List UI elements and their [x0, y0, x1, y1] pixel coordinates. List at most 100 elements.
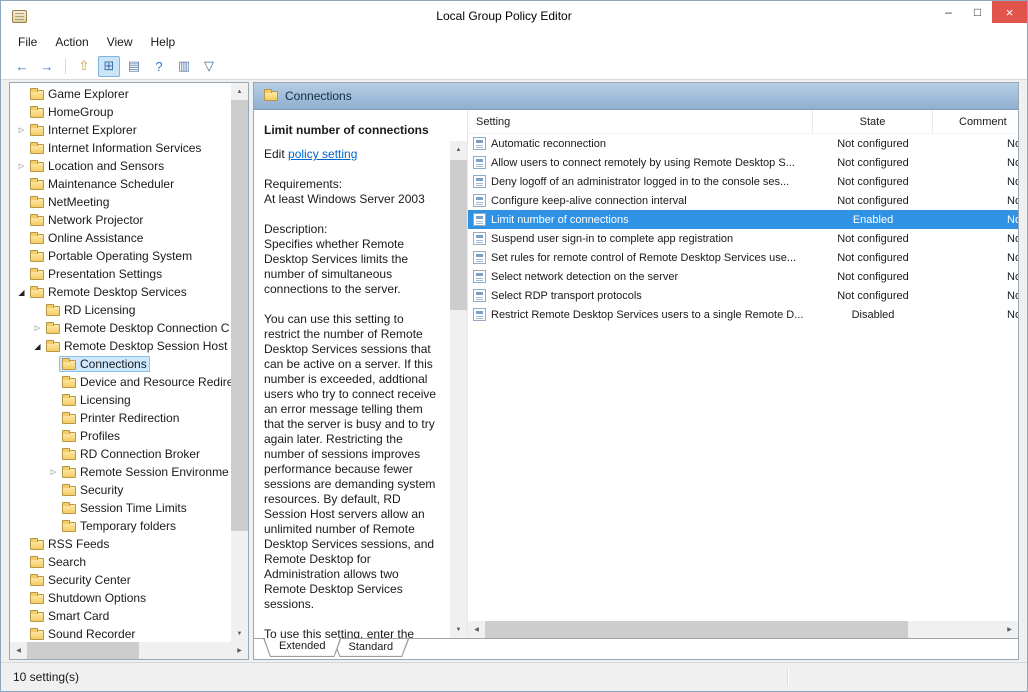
- tree-item-body[interactable]: RSS Feeds: [27, 536, 112, 552]
- maximize-button[interactable]: □: [963, 1, 992, 23]
- tree-item-body[interactable]: Remote Desktop Connection C: [43, 320, 231, 336]
- tree-item-body[interactable]: Profiles: [59, 428, 123, 444]
- tree-item-body[interactable]: Maintenance Scheduler: [27, 176, 177, 192]
- tree-scroll-thumb[interactable]: [231, 100, 248, 531]
- tree-item-rd-connection-broker[interactable]: RD Connection Broker: [10, 445, 231, 463]
- tree-item-body[interactable]: Temporary folders: [59, 518, 179, 534]
- tree-item-connections[interactable]: Connections: [10, 355, 231, 373]
- tree-item-body[interactable]: Connections: [59, 356, 150, 372]
- setting-row[interactable]: Automatic reconnectionNot configuredNo: [468, 134, 1018, 153]
- tree-item-security-center[interactable]: Security Center: [10, 571, 231, 589]
- tree-scroll-down-button[interactable]: ▼: [231, 625, 248, 642]
- expand-icon[interactable]: ▷: [16, 162, 27, 170]
- details-vertical-scrollbar[interactable]: ▲ ▼: [450, 141, 467, 638]
- tree-item-body[interactable]: Game Explorer: [27, 86, 132, 102]
- tree-item-profiles[interactable]: Profiles: [10, 427, 231, 445]
- tree-item-body[interactable]: Security Center: [27, 572, 134, 588]
- tree-item-body[interactable]: Presentation Settings: [27, 266, 165, 282]
- tree-hscroll-thumb[interactable]: [27, 642, 139, 659]
- details-scroll-thumb[interactable]: [450, 160, 467, 310]
- tree-scroll-up-button[interactable]: ▲: [231, 83, 248, 100]
- tree-item-location-and-sensors[interactable]: ▷Location and Sensors: [10, 157, 231, 175]
- menu-action[interactable]: Action: [46, 32, 97, 53]
- table-hscroll-thumb[interactable]: [485, 621, 908, 638]
- tree-item-body[interactable]: Portable Operating System: [27, 248, 195, 264]
- tree-item-internet-explorer[interactable]: ▷Internet Explorer: [10, 121, 231, 139]
- collapse-icon[interactable]: ◢: [16, 288, 27, 297]
- minimize-button[interactable]: –: [934, 1, 963, 23]
- tree-item-internet-information-services[interactable]: Internet Information Services: [10, 139, 231, 157]
- tree-item-security[interactable]: Security: [10, 481, 231, 499]
- tree-item-remote-desktop-services[interactable]: ◢Remote Desktop Services: [10, 283, 231, 301]
- tab-standard[interactable]: Standard: [332, 639, 409, 657]
- collapse-icon[interactable]: ◢: [32, 342, 43, 351]
- tree-scroll-right-button[interactable]: ▶: [231, 642, 248, 659]
- column-header-setting[interactable]: Setting: [468, 110, 813, 133]
- tree-vertical-scrollbar[interactable]: ▲ ▼: [231, 83, 248, 642]
- tree-item-body[interactable]: NetMeeting: [27, 194, 112, 210]
- tree-horizontal-scrollbar[interactable]: ◀ ▶: [10, 642, 248, 659]
- help-button[interactable]: ?: [148, 56, 170, 77]
- tree-item-body[interactable]: Licensing: [59, 392, 134, 408]
- tree-item-body[interactable]: Printer Redirection: [59, 410, 182, 426]
- tree-item-body[interactable]: Sound Recorder: [27, 626, 138, 642]
- tree-item-smart-card[interactable]: Smart Card: [10, 607, 231, 625]
- tree-item-portable-operating-system[interactable]: Portable Operating System: [10, 247, 231, 265]
- tree-item-body[interactable]: Internet Information Services: [27, 140, 204, 156]
- tree-item-network-projector[interactable]: Network Projector: [10, 211, 231, 229]
- tree-item-sound-recorder[interactable]: Sound Recorder: [10, 625, 231, 642]
- tree-item-presentation-settings[interactable]: Presentation Settings: [10, 265, 231, 283]
- tree-item-body[interactable]: Shutdown Options: [27, 590, 149, 606]
- tree-item-temporary-folders[interactable]: Temporary folders: [10, 517, 231, 535]
- up-one-level-button[interactable]: ⇧: [73, 56, 95, 77]
- column-header-state[interactable]: State: [813, 110, 933, 133]
- tree-item-body[interactable]: Internet Explorer: [27, 122, 140, 138]
- policy-setting-link[interactable]: policy setting: [288, 147, 357, 161]
- tree-scroll-left-button[interactable]: ◀: [10, 642, 27, 659]
- table-scroll-right-button[interactable]: ▶: [1001, 621, 1018, 638]
- tree-item-remote-desktop-session-host[interactable]: ◢Remote Desktop Session Host: [10, 337, 231, 355]
- tree-item-online-assistance[interactable]: Online Assistance: [10, 229, 231, 247]
- table-scroll-left-button[interactable]: ◀: [468, 621, 485, 638]
- tree-item-body[interactable]: HomeGroup: [27, 104, 116, 120]
- setting-row[interactable]: Limit number of connectionsEnabledNo: [468, 210, 1018, 229]
- details-scroll-track[interactable]: [450, 158, 467, 621]
- tree-item-netmeeting[interactable]: NetMeeting: [10, 193, 231, 211]
- menu-file[interactable]: File: [9, 32, 46, 53]
- tree-item-body[interactable]: RD Connection Broker: [59, 446, 203, 462]
- forward-button[interactable]: →: [36, 56, 58, 77]
- tree-item-body[interactable]: Search: [27, 554, 89, 570]
- tab-extended[interactable]: Extended: [263, 638, 341, 657]
- tree-item-body[interactable]: Online Assistance: [27, 230, 146, 246]
- tree-item-body[interactable]: Remote Session Environme: [59, 464, 231, 480]
- setting-row[interactable]: Select network detection on the serverNo…: [468, 267, 1018, 286]
- tree-item-licensing[interactable]: Licensing: [10, 391, 231, 409]
- tree-item-body[interactable]: Remote Desktop Services: [27, 284, 190, 300]
- table-hscroll-track[interactable]: [485, 621, 1001, 638]
- console-tree-toggle[interactable]: ⊞: [98, 56, 120, 77]
- tree-item-shutdown-options[interactable]: Shutdown Options: [10, 589, 231, 607]
- expand-icon[interactable]: ▷: [48, 468, 59, 476]
- tree-item-device-and-resource-redire[interactable]: Device and Resource Redire: [10, 373, 231, 391]
- tree-item-homegroup[interactable]: HomeGroup: [10, 103, 231, 121]
- tree-item-search[interactable]: Search: [10, 553, 231, 571]
- details-scroll-up-button[interactable]: ▲: [450, 141, 467, 158]
- details-scroll-down-button[interactable]: ▼: [450, 621, 467, 638]
- tree-item-remote-desktop-connection-c[interactable]: ▷Remote Desktop Connection C: [10, 319, 231, 337]
- column-header-comment[interactable]: Comment: [933, 110, 1018, 133]
- table-horizontal-scrollbar[interactable]: ◀ ▶: [468, 621, 1018, 638]
- setting-row[interactable]: Suspend user sign-in to complete app reg…: [468, 229, 1018, 248]
- tree-item-body[interactable]: RD Licensing: [43, 302, 138, 318]
- tree-item-rss-feeds[interactable]: RSS Feeds: [10, 535, 231, 553]
- menu-view[interactable]: View: [98, 32, 142, 53]
- menu-help[interactable]: Help: [142, 32, 185, 53]
- setting-row[interactable]: Allow users to connect remotely by using…: [468, 153, 1018, 172]
- tree-item-maintenance-scheduler[interactable]: Maintenance Scheduler: [10, 175, 231, 193]
- close-button[interactable]: ×: [992, 1, 1027, 23]
- setting-row[interactable]: Select RDP transport protocolsNot config…: [468, 286, 1018, 305]
- tree-item-body[interactable]: Smart Card: [27, 608, 112, 624]
- tree-item-rd-licensing[interactable]: RD Licensing: [10, 301, 231, 319]
- tree-hscroll-track[interactable]: [27, 642, 231, 659]
- tree-item-session-time-limits[interactable]: Session Time Limits: [10, 499, 231, 517]
- tree-item-body[interactable]: Device and Resource Redire: [59, 374, 231, 390]
